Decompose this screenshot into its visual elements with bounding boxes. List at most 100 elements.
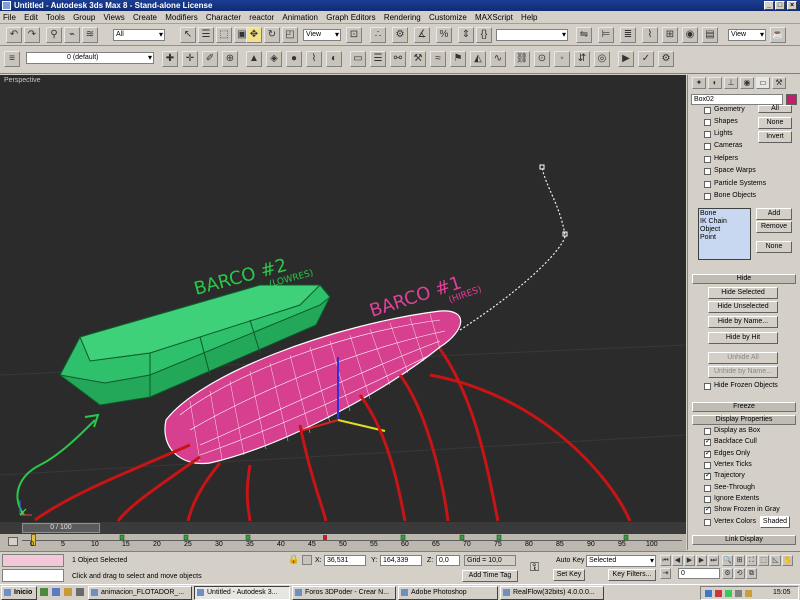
- prev-frame-icon[interactable]: ◀: [672, 555, 683, 566]
- mirror-icon[interactable]: ⇋: [576, 27, 592, 43]
- goto-start-icon[interactable]: ⏮: [660, 555, 671, 566]
- named-selection-dropdown[interactable]: [496, 29, 568, 41]
- add-time-tag-button[interactable]: Add Time Tag: [462, 570, 518, 582]
- reactor-preview-icon[interactable]: ▶: [618, 51, 634, 67]
- unlink-icon[interactable]: ⌁: [64, 27, 80, 43]
- layer-manager-icon[interactable]: ≣: [620, 27, 636, 43]
- object-name-field[interactable]: Box02: [691, 94, 783, 105]
- create-layer-icon[interactable]: ✚: [162, 51, 178, 67]
- zoom-extents-all-icon[interactable]: ⬚: [758, 555, 769, 566]
- hide-helpers-check[interactable]: [704, 156, 711, 163]
- pan-icon[interactable]: ✋: [782, 555, 793, 566]
- key-filters-button[interactable]: Key Filters...: [608, 569, 656, 581]
- reactor-spring-icon[interactable]: ☰: [370, 51, 386, 67]
- move-icon[interactable]: ✥: [246, 27, 262, 43]
- current-frame-field[interactable]: 0: [678, 568, 720, 579]
- spinner-snap-icon[interactable]: ⇕: [458, 27, 474, 43]
- reactor-motor-icon[interactable]: ⚒: [410, 51, 426, 67]
- reactor-soft-body-icon[interactable]: ●: [286, 51, 302, 67]
- task-photoshop[interactable]: Adobe Photoshop: [398, 586, 498, 600]
- tray-icon[interactable]: [725, 590, 732, 597]
- see-through-check[interactable]: [704, 485, 711, 492]
- close-button[interactable]: ×: [787, 1, 797, 10]
- hide-by-hit-button[interactable]: Hide by Hit: [708, 332, 778, 344]
- hide-unselected-button[interactable]: Hide Unselected: [708, 301, 778, 313]
- absolute-mode-icon[interactable]: [302, 555, 312, 565]
- trajectory-check[interactable]: [704, 471, 711, 480]
- menu-maxscript[interactable]: MAXScript: [472, 13, 516, 22]
- zoom-all-icon[interactable]: ⊞: [734, 555, 745, 566]
- layer-props-icon[interactable]: ⊕: [222, 51, 238, 67]
- list-item[interactable]: Bone: [700, 210, 749, 218]
- vertex-ticks-check[interactable]: [704, 462, 711, 469]
- menu-rendering[interactable]: Rendering: [381, 13, 424, 22]
- reactor-fracture-icon[interactable]: ◭: [470, 51, 486, 67]
- field-of-view-icon[interactable]: ◺: [770, 555, 781, 566]
- link-icon[interactable]: ⚲: [46, 27, 62, 43]
- add-to-layer-icon[interactable]: ✛: [182, 51, 198, 67]
- minimize-button[interactable]: _: [764, 1, 774, 10]
- show-frozen-gray-check[interactable]: [704, 505, 711, 514]
- menu-help[interactable]: Help: [518, 13, 540, 22]
- task-foros[interactable]: Foros 3DPoder - Crear N...: [292, 586, 396, 600]
- track-bar[interactable]: 0 5 10 15 20 25 30 35 40 45 50 55 60 65 …: [0, 534, 686, 551]
- menu-file[interactable]: File: [0, 13, 19, 22]
- reactor-rope-icon[interactable]: ⌇: [306, 51, 322, 67]
- reactor-water-icon[interactable]: ∿: [490, 51, 506, 67]
- curve-editor-icon[interactable]: ⌇: [642, 27, 658, 43]
- edges-only-check[interactable]: [704, 449, 711, 458]
- schematic-view-icon[interactable]: ⊞: [662, 27, 678, 43]
- z-coordinate-field[interactable]: 0,0: [436, 555, 460, 566]
- select-layer-icon[interactable]: ✐: [202, 51, 218, 67]
- reactor-constraint-icon[interactable]: ⛓: [514, 51, 530, 67]
- task-animacion[interactable]: animacion_FLOTADOR_...: [88, 586, 192, 600]
- menu-character[interactable]: Character: [203, 13, 244, 22]
- add-button[interactable]: Add: [756, 208, 792, 220]
- hide-cameras-check[interactable]: [704, 143, 711, 150]
- select-by-name-icon[interactable]: ☰: [198, 27, 214, 43]
- menu-reactor[interactable]: reactor: [246, 13, 277, 22]
- hide-spacewarps-check[interactable]: [704, 168, 711, 175]
- freeze-rollout-header[interactable]: Freeze: [692, 402, 796, 412]
- time-slider[interactable]: 0 / 100: [0, 522, 686, 534]
- motion-tab-icon[interactable]: ◉: [740, 77, 754, 89]
- reactor-cloth-icon[interactable]: ◈: [266, 51, 282, 67]
- bind-spacewarp-icon[interactable]: ≋: [82, 27, 98, 43]
- maxscript-input[interactable]: [2, 569, 64, 582]
- task-realflow[interactable]: RealFlow(32bits) 4.0.0.0...: [500, 586, 604, 600]
- menu-create[interactable]: Create: [130, 13, 160, 22]
- reactor-toy-car-icon[interactable]: ⚑: [450, 51, 466, 67]
- select-manipulate-icon[interactable]: ⚙: [392, 27, 408, 43]
- menu-edit[interactable]: Edit: [21, 13, 41, 22]
- reactor-hinge-icon[interactable]: ⊙: [534, 51, 550, 67]
- play-icon[interactable]: ▶: [684, 555, 695, 566]
- menu-animation[interactable]: Animation: [279, 13, 321, 22]
- key-icon[interactable]: ⚿: [530, 560, 539, 575]
- unhide-by-name-button[interactable]: Unhide by Name...: [708, 366, 778, 378]
- create-tab-icon[interactable]: ✦: [692, 77, 706, 89]
- reactor-carwheel-icon[interactable]: ◎: [594, 51, 610, 67]
- display-properties-rollout-header[interactable]: Display Properties: [692, 415, 796, 425]
- reactor-create-animation-icon[interactable]: ⚙: [658, 51, 674, 67]
- task-3dsmax[interactable]: Untitled - Autodesk 3...: [194, 586, 290, 600]
- zoom-extents-icon[interactable]: ⛶: [746, 555, 757, 566]
- rotate-icon[interactable]: ↻: [264, 27, 280, 43]
- undo-icon[interactable]: ↶: [6, 27, 22, 43]
- tray-icon[interactable]: [745, 590, 752, 597]
- reactor-analyze-icon[interactable]: ✓: [638, 51, 654, 67]
- x-coordinate-field[interactable]: 36,531: [324, 555, 366, 566]
- layers-icon[interactable]: ≡: [4, 51, 20, 67]
- edit-named-sets-icon[interactable]: {}: [476, 27, 492, 43]
- reactor-rigid-body-icon[interactable]: ▲: [246, 51, 262, 67]
- goto-end-icon[interactable]: ⏭: [708, 555, 719, 566]
- reactor-deform-icon[interactable]: ◐: [326, 51, 342, 67]
- invert-button[interactable]: Invert: [758, 131, 792, 143]
- list-item[interactable]: Point: [700, 234, 749, 242]
- hide-bones-check[interactable]: [704, 193, 711, 200]
- maximize-button[interactable]: □: [775, 1, 785, 10]
- hide-particles-check[interactable]: [704, 181, 711, 188]
- utilities-tab-icon[interactable]: ⚒: [772, 77, 786, 89]
- scale-icon[interactable]: ◰: [282, 27, 298, 43]
- ignore-extents-check[interactable]: [704, 496, 711, 503]
- reactor-wind-icon[interactable]: ≈: [430, 51, 446, 67]
